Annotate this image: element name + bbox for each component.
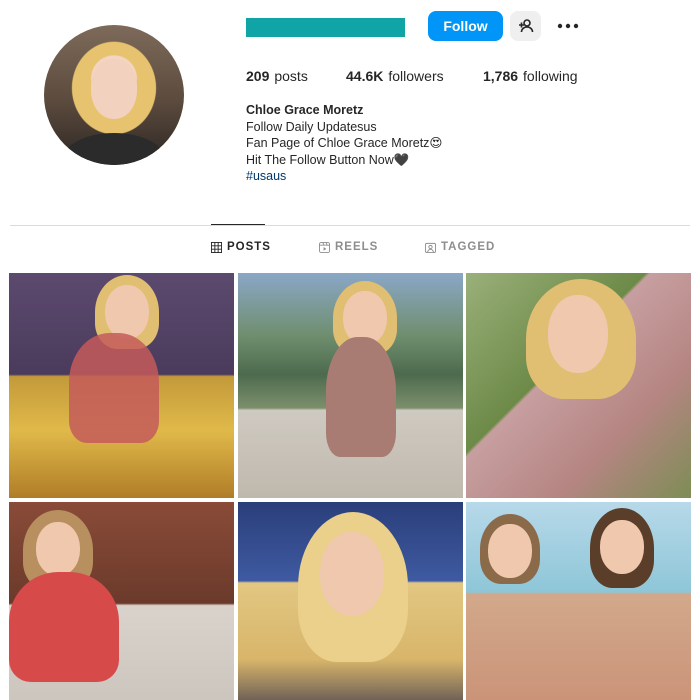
bio-hashtag[interactable]: #usaus (246, 168, 442, 185)
post-thumbnail[interactable] (9, 273, 234, 498)
posts-stat: 209 posts (246, 68, 346, 84)
profile-tabs: POSTS REELS TAGGED (0, 241, 700, 257)
profile-name: Chloe Grace Moretz (246, 103, 364, 117)
tab-tagged-label: TAGGED (441, 241, 496, 253)
followers-count: 44.6K (346, 68, 384, 84)
post-face-shape (320, 532, 384, 616)
grid-icon (211, 241, 222, 253)
tab-posts-label: POSTS (227, 241, 271, 253)
followers-label: followers (388, 68, 444, 84)
more-options-button[interactable] (553, 11, 583, 41)
profile-stats: 209 posts 44.6K followers 1,786 followin… (246, 68, 578, 84)
post-face-shape (548, 295, 608, 373)
posts-label: posts (274, 68, 308, 84)
post-face-shape (600, 520, 644, 574)
post-figure-shape (9, 572, 119, 682)
tab-reels-label: REELS (335, 241, 379, 253)
tab-posts[interactable]: POSTS (211, 241, 271, 253)
tagged-icon (425, 242, 436, 253)
avatar-shoulders (64, 133, 164, 165)
active-tab-indicator (211, 224, 265, 225)
bio-line-3: Hit The Follow Button Now🖤 (246, 152, 410, 167)
post-thumbnail[interactable] (238, 502, 463, 700)
add-person-icon (518, 19, 533, 33)
following-label: following (523, 68, 578, 84)
post-face-shape (36, 522, 80, 576)
username-redacted (246, 18, 405, 37)
follow-button[interactable]: Follow (428, 11, 503, 41)
post-thumbnail[interactable] (238, 273, 463, 498)
post-figure-shape (69, 333, 159, 443)
section-divider (10, 225, 690, 226)
more-dots-icon (557, 23, 579, 29)
post-thumbnail[interactable] (466, 502, 691, 700)
post-face-shape (105, 285, 149, 339)
following-stat[interactable]: 1,786 following (483, 68, 578, 84)
posts-count: 209 (246, 68, 270, 84)
avatar-face (91, 59, 137, 119)
tab-tagged[interactable]: TAGGED (425, 241, 495, 253)
following-count: 1,786 (483, 68, 519, 84)
post-thumbnail[interactable] (9, 502, 234, 700)
reels-icon (319, 241, 330, 253)
suggested-accounts-button[interactable] (510, 11, 541, 41)
post-thumbnail[interactable] (466, 273, 691, 498)
bio-line-2: Fan Page of Chloe Grace Moretz😍 (246, 136, 443, 150)
post-figure-shape (326, 337, 396, 457)
bio-line-1: Follow Daily Updatesus (246, 119, 377, 134)
tab-reels[interactable]: REELS (319, 241, 378, 253)
post-face-shape (488, 524, 532, 578)
profile-avatar[interactable] (44, 25, 184, 165)
profile-bio: Chloe Grace Moretz Follow Daily Updatesu… (246, 102, 442, 185)
followers-stat[interactable]: 44.6K followers (346, 68, 483, 84)
